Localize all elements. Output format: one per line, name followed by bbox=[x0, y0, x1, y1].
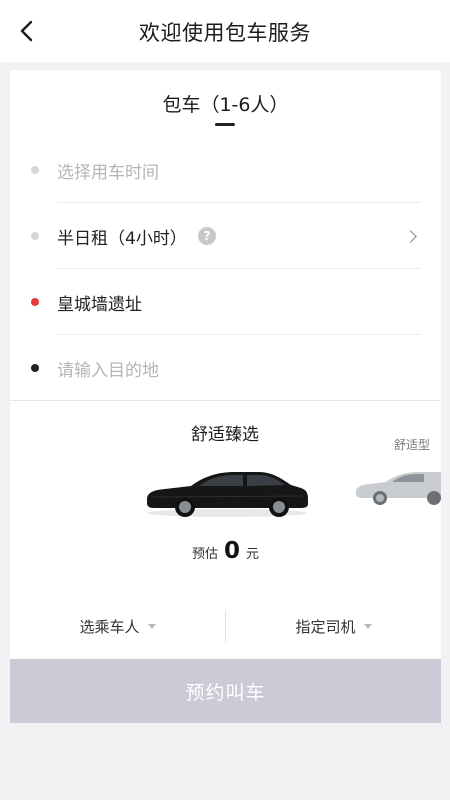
top-bar: 欢迎使用包车服务 bbox=[0, 0, 450, 62]
price-value: 0 bbox=[223, 538, 240, 564]
destination-input[interactable]: 请输入目的地 bbox=[57, 356, 159, 381]
duration-label: 半日租（4小时） bbox=[57, 228, 187, 249]
time-select-row[interactable]: 选择用车时间 bbox=[10, 137, 441, 203]
section-divider bbox=[10, 400, 441, 401]
book-ride-button[interactable]: 预约叫车 bbox=[10, 659, 441, 723]
caret-down-icon bbox=[363, 623, 372, 629]
origin-label: 皇城墙遗址 bbox=[57, 294, 142, 315]
assign-driver-label: 指定司机 bbox=[295, 617, 356, 636]
destination-row[interactable]: 请输入目的地 bbox=[10, 335, 441, 401]
page-title: 欢迎使用包车服务 bbox=[139, 21, 311, 45]
select-passenger-dropdown[interactable]: 选乘车人 bbox=[10, 607, 225, 645]
car-class-selected[interactable]: 舒适臻选 bbox=[160, 420, 290, 445]
sedan-black-image[interactable] bbox=[143, 463, 311, 519]
caret-down-icon bbox=[147, 623, 156, 629]
tab-active-indicator bbox=[215, 123, 235, 126]
select-passenger-label: 选乘车人 bbox=[79, 617, 140, 636]
time-placeholder: 选择用车时间 bbox=[57, 162, 159, 183]
origin-dot bbox=[31, 298, 39, 306]
tab-charter[interactable]: 包车（1-6人） bbox=[10, 90, 441, 117]
options-bar: 选乘车人 指定司机 bbox=[10, 607, 441, 645]
help-icon[interactable]: ? bbox=[198, 227, 216, 245]
chevron-right-icon bbox=[404, 229, 417, 243]
sedan-silver-image[interactable] bbox=[354, 466, 441, 506]
origin-row[interactable]: 皇城墙遗址 bbox=[10, 269, 441, 335]
booking-card: 包车（1-6人） 选择用车时间 半日租（4小时） ? 皇城墙遗址 请输入目的地 … bbox=[10, 70, 441, 723]
duration-dot bbox=[31, 232, 39, 240]
price-unit: 元 bbox=[246, 547, 260, 562]
destination-dot bbox=[31, 364, 39, 372]
duration-select-row[interactable]: 半日租（4小时） ? bbox=[10, 203, 441, 269]
time-dot bbox=[31, 166, 39, 174]
car-class-next[interactable]: 舒适型 bbox=[394, 436, 430, 453]
assign-driver-dropdown[interactable]: 指定司机 bbox=[226, 607, 441, 645]
price-label: 预估 bbox=[191, 547, 218, 562]
price-estimate: 预估 0 元 bbox=[10, 538, 441, 564]
